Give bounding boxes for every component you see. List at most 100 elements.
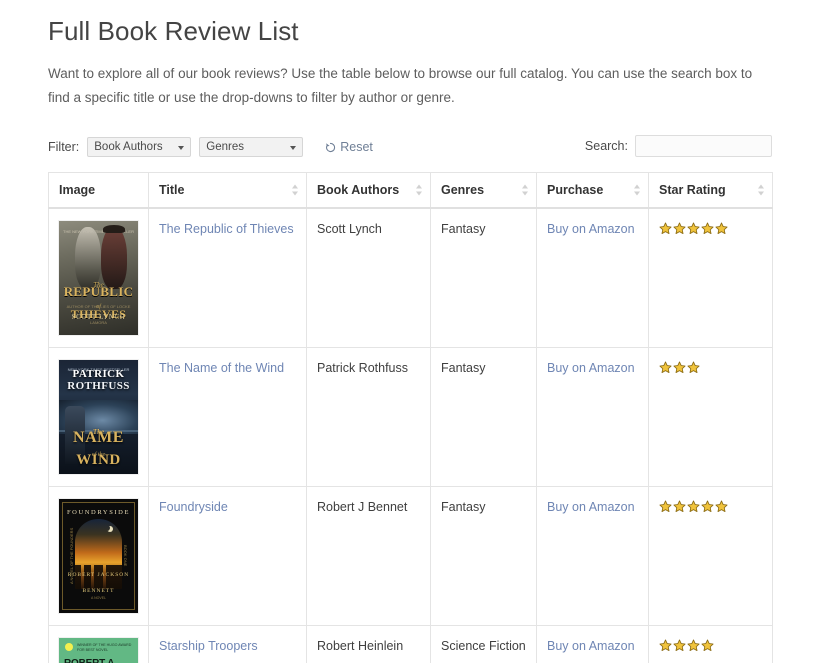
- cell-author: Robert Heinlein: [306, 625, 431, 663]
- sort-arrows-icon: [634, 184, 641, 197]
- cell-genre: Fantasy: [430, 207, 537, 348]
- table-header: Image Title Book Authors Genres Purchase…: [48, 172, 773, 209]
- column-header-title[interactable]: Title: [148, 172, 307, 209]
- book-title-link[interactable]: Starship Troopers: [159, 639, 258, 653]
- reset-label: Reset: [340, 140, 373, 154]
- star-icon: [673, 500, 686, 513]
- star-icon: [659, 361, 672, 374]
- star-icon: [701, 639, 714, 652]
- star-icon: [701, 222, 714, 235]
- buy-on-amazon-link[interactable]: Buy on Amazon: [547, 361, 635, 375]
- cell-image: FOUNDRYSIDE A NOVEL OF THE FOUNDERS BOOK O…: [48, 486, 149, 626]
- star-icon: [687, 500, 700, 513]
- cell-star-rating: [648, 207, 773, 348]
- star-rating: [659, 638, 762, 655]
- book-author-text: Scott Lynch: [317, 222, 382, 236]
- chevron-down-icon: [178, 146, 185, 150]
- table-row: THE NEW YORK TIMES BESTSELLER The REPUBLIC…: [48, 207, 773, 348]
- buy-on-amazon-link[interactable]: Buy on Amazon: [547, 500, 635, 514]
- book-genre-text: Fantasy: [441, 500, 486, 514]
- star-icon: [715, 500, 728, 513]
- cell-image: WINNER OF THE HUGO AWARD FOR BEST NOVELR…: [48, 625, 149, 663]
- cell-purchase: Buy on Amazon: [536, 207, 649, 348]
- search-label: Search:: [584, 139, 628, 153]
- book-cover-image: THE NEW YORK TIMES BESTSELLER The REPUBLIC…: [59, 221, 138, 335]
- book-title-link[interactable]: The Republic of Thieves: [159, 222, 294, 236]
- cell-purchase: Buy on Amazon: [536, 625, 649, 663]
- star-rating: [659, 221, 762, 238]
- cell-purchase: Buy on Amazon: [536, 347, 649, 487]
- table-body: THE NEW YORK TIMES BESTSELLER The REPUBLIC…: [48, 207, 773, 663]
- cell-title: Foundryside: [148, 486, 307, 626]
- column-header-book-authors[interactable]: Book Authors: [306, 172, 431, 209]
- table-row: NEW YORK TIMES BESTSELLER PATRICK ROTHFUSS…: [48, 347, 773, 487]
- page-intro-text: Want to explore all of our book reviews?…: [48, 66, 753, 105]
- book-cover-image: FOUNDRYSIDE A NOVEL OF THE FOUNDERS BOOK O…: [59, 499, 138, 613]
- cell-star-rating: [648, 347, 773, 487]
- column-header-genres[interactable]: Genres: [430, 172, 537, 209]
- star-icon: [687, 222, 700, 235]
- sort-arrows-icon: [758, 184, 765, 197]
- book-cover-image: NEW YORK TIMES BESTSELLER PATRICK ROTHFUSS…: [59, 360, 138, 474]
- search-control: Search:: [585, 135, 772, 157]
- buy-on-amazon-link[interactable]: Buy on Amazon: [547, 222, 635, 236]
- reset-filters-link[interactable]: Reset: [325, 140, 373, 154]
- cell-title: Starship Troopers: [148, 625, 307, 663]
- chevron-down-icon: [290, 146, 297, 150]
- book-title-link[interactable]: The Name of the Wind: [159, 361, 284, 375]
- search-input[interactable]: [635, 135, 772, 157]
- book-genre-text: Fantasy: [441, 222, 486, 236]
- book-author-text: Robert J Bennet: [317, 500, 408, 514]
- column-header-star-rating-label: Star Rating: [659, 183, 726, 197]
- column-header-star-rating[interactable]: Star Rating: [648, 172, 773, 209]
- column-header-title-label: Title: [159, 183, 185, 197]
- cell-title: The Republic of Thieves: [148, 207, 307, 348]
- book-genre-text: Science Fiction: [441, 639, 526, 653]
- table-row: WINNER OF THE HUGO AWARD FOR BEST NOVELR…: [48, 625, 773, 663]
- column-header-image: Image: [48, 172, 149, 209]
- reset-arrow-icon: [325, 142, 336, 153]
- book-authors-filter-select[interactable]: Book Authors: [87, 137, 192, 157]
- cell-image: THE NEW YORK TIMES BESTSELLER The REPUBLIC…: [48, 207, 149, 348]
- cell-image: NEW YORK TIMES BESTSELLER PATRICK ROTHFUSS…: [48, 347, 149, 487]
- star-icon: [673, 639, 686, 652]
- book-authors-filter-value: Book Authors: [94, 141, 163, 153]
- buy-on-amazon-link[interactable]: Buy on Amazon: [547, 639, 635, 653]
- cell-star-rating: [648, 486, 773, 626]
- column-header-purchase-label: Purchase: [547, 183, 604, 197]
- page-root: Full Book Review List Want to explore al…: [0, 0, 820, 663]
- table-controls: Filter: Book Authors Genres Reset Search…: [48, 132, 772, 162]
- cell-author: Robert J Bennet: [306, 486, 431, 626]
- star-icon: [659, 500, 672, 513]
- cell-author: Scott Lynch: [306, 207, 431, 348]
- star-rating: [659, 360, 762, 377]
- cell-genre: Fantasy: [430, 347, 537, 487]
- book-cover-image: WINNER OF THE HUGO AWARD FOR BEST NOVELR…: [59, 638, 138, 663]
- book-review-table: Image Title Book Authors Genres Purchase…: [48, 172, 773, 663]
- book-table-container: Image Title Book Authors Genres Purchase…: [48, 172, 773, 663]
- star-icon: [659, 222, 672, 235]
- star-icon: [687, 639, 700, 652]
- star-rating: [659, 499, 762, 516]
- column-header-genres-label: Genres: [441, 183, 485, 197]
- book-title-link[interactable]: Foundryside: [159, 500, 228, 514]
- book-author-text: Robert Heinlein: [317, 639, 404, 653]
- cell-star-rating: [648, 625, 773, 663]
- table-header-row: Image Title Book Authors Genres Purchase…: [48, 172, 773, 209]
- column-header-purchase[interactable]: Purchase: [536, 172, 649, 209]
- column-header-image-label: Image: [59, 183, 96, 197]
- page-title: Full Book Review List: [48, 16, 299, 46]
- book-author-text: Patrick Rothfuss: [317, 361, 409, 375]
- star-icon: [687, 361, 700, 374]
- column-header-book-authors-label: Book Authors: [317, 183, 400, 197]
- sort-arrows-icon: [416, 184, 423, 197]
- cell-genre: Fantasy: [430, 486, 537, 626]
- table-row: FOUNDRYSIDE A NOVEL OF THE FOUNDERS BOOK O…: [48, 486, 773, 626]
- star-icon: [715, 222, 728, 235]
- star-icon: [673, 361, 686, 374]
- star-icon: [673, 222, 686, 235]
- cell-title: The Name of the Wind: [148, 347, 307, 487]
- sort-arrows-icon: [292, 184, 299, 197]
- genres-filter-select[interactable]: Genres: [199, 137, 304, 157]
- filter-label: Filter:: [48, 140, 80, 154]
